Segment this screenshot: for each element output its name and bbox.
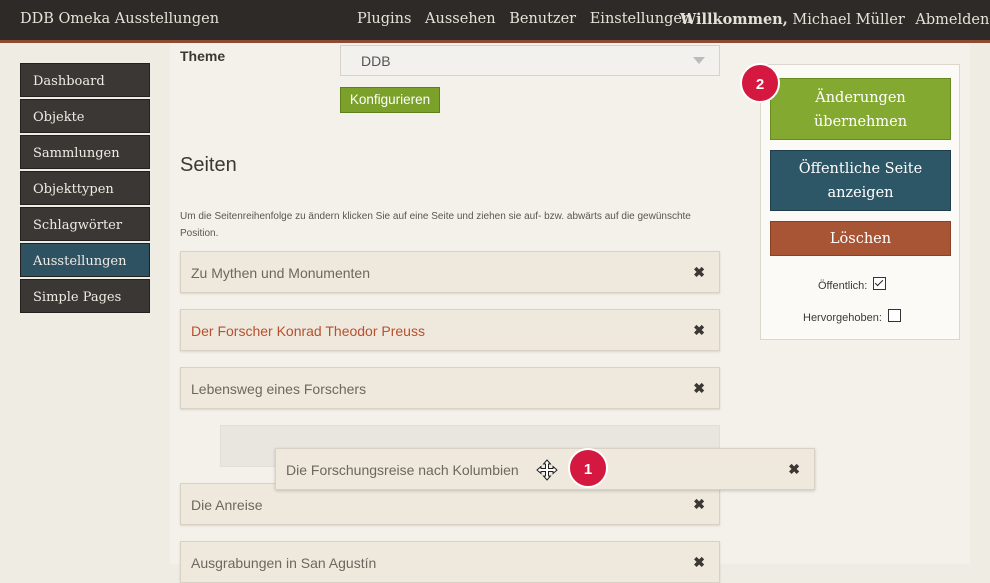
action-panel: Änderungen übernehmen Öffentliche Seite … xyxy=(760,64,960,340)
pages-hint: Um die Seitenreihenfolge zu ändern klick… xyxy=(180,211,691,239)
logout-link[interactable]: Abmelden xyxy=(915,12,989,28)
page-item-title: Ausgrabungen in San Agustín xyxy=(191,555,377,571)
user-area: Willkommen, Michael Müller Abmelden xyxy=(680,11,989,28)
annotation-badge-2: 2 xyxy=(740,63,780,103)
public-row: Öffentlich: xyxy=(818,277,887,292)
featured-label: Hervorgehoben: xyxy=(803,312,882,324)
page-item-title: Der Forscher Konrad Theodor Preuss xyxy=(191,323,425,339)
nav-users[interactable]: Benutzer xyxy=(509,11,576,27)
view-public-page-button[interactable]: Öffentliche Seite anzeigen xyxy=(770,150,951,211)
sidebar-item-tags[interactable]: Schlagwörter xyxy=(20,207,150,241)
annotation-badge-1: 1 xyxy=(568,448,608,488)
sidebar-item-items[interactable]: Objekte xyxy=(20,99,150,133)
pages-heading: Seiten xyxy=(180,154,237,176)
page-item[interactable]: Der Forscher Konrad Theodor Preuss ✖ xyxy=(180,309,720,351)
sidebar: Dashboard Objekte Sammlungen Objekttypen… xyxy=(20,63,150,315)
page-item[interactable]: Ausgrabungen in San Agustín ✖ xyxy=(180,541,720,583)
top-navigation-bar: DDB Omeka Ausstellungen Plugins Aussehen… xyxy=(0,0,990,43)
delete-button[interactable]: Löschen xyxy=(770,221,951,256)
theme-label: Theme xyxy=(180,48,226,64)
configure-button[interactable]: Konfigurieren xyxy=(340,87,440,113)
public-label: Öffentlich: xyxy=(818,280,868,292)
user-name[interactable]: Michael Müller xyxy=(792,12,904,28)
page-item[interactable]: Lebensweg eines Forschers ✖ xyxy=(180,367,720,409)
close-icon[interactable]: ✖ xyxy=(693,322,705,339)
page-item-title: Lebensweg eines Forschers xyxy=(191,381,367,397)
close-icon[interactable]: ✖ xyxy=(693,496,705,513)
page-item[interactable]: Zu Mythen und Monumenten ✖ xyxy=(180,251,720,293)
chevron-down-icon xyxy=(693,57,705,64)
close-icon[interactable]: ✖ xyxy=(693,554,705,571)
page-item-title: Die Forschungsreise nach Kolumbien xyxy=(286,462,519,478)
nav-settings[interactable]: Einstellungen xyxy=(590,11,692,27)
theme-select-value: DDB xyxy=(361,53,391,69)
page-item-title: Zu Mythen und Monumenten xyxy=(191,265,370,281)
main-nav: Plugins Aussehen Benutzer Einstellungen xyxy=(357,11,700,27)
sidebar-item-simple-pages[interactable]: Simple Pages xyxy=(20,279,150,313)
page-item-title: Die Anreise xyxy=(191,497,263,513)
featured-checkbox[interactable] xyxy=(887,309,901,322)
close-icon[interactable]: ✖ xyxy=(788,461,800,478)
site-title[interactable]: DDB Omeka Ausstellungen xyxy=(20,11,219,27)
nav-appearance[interactable]: Aussehen xyxy=(425,11,496,27)
sidebar-item-dashboard[interactable]: Dashboard xyxy=(20,63,150,97)
public-checkbox[interactable] xyxy=(873,277,887,290)
theme-select[interactable]: DDB xyxy=(340,45,720,76)
close-icon[interactable]: ✖ xyxy=(693,264,705,281)
close-icon[interactable]: ✖ xyxy=(693,380,705,397)
featured-row: Hervorgehoben: xyxy=(803,309,901,324)
sidebar-item-collections[interactable]: Sammlungen xyxy=(20,135,150,169)
move-icon xyxy=(536,459,558,481)
welcome-text: Willkommen, xyxy=(680,11,788,28)
sidebar-item-exhibits[interactable]: Ausstellungen xyxy=(20,243,150,277)
nav-plugins[interactable]: Plugins xyxy=(357,11,411,27)
sidebar-item-item-types[interactable]: Objekttypen xyxy=(20,171,150,205)
save-changes-button[interactable]: Änderungen übernehmen xyxy=(770,78,951,140)
